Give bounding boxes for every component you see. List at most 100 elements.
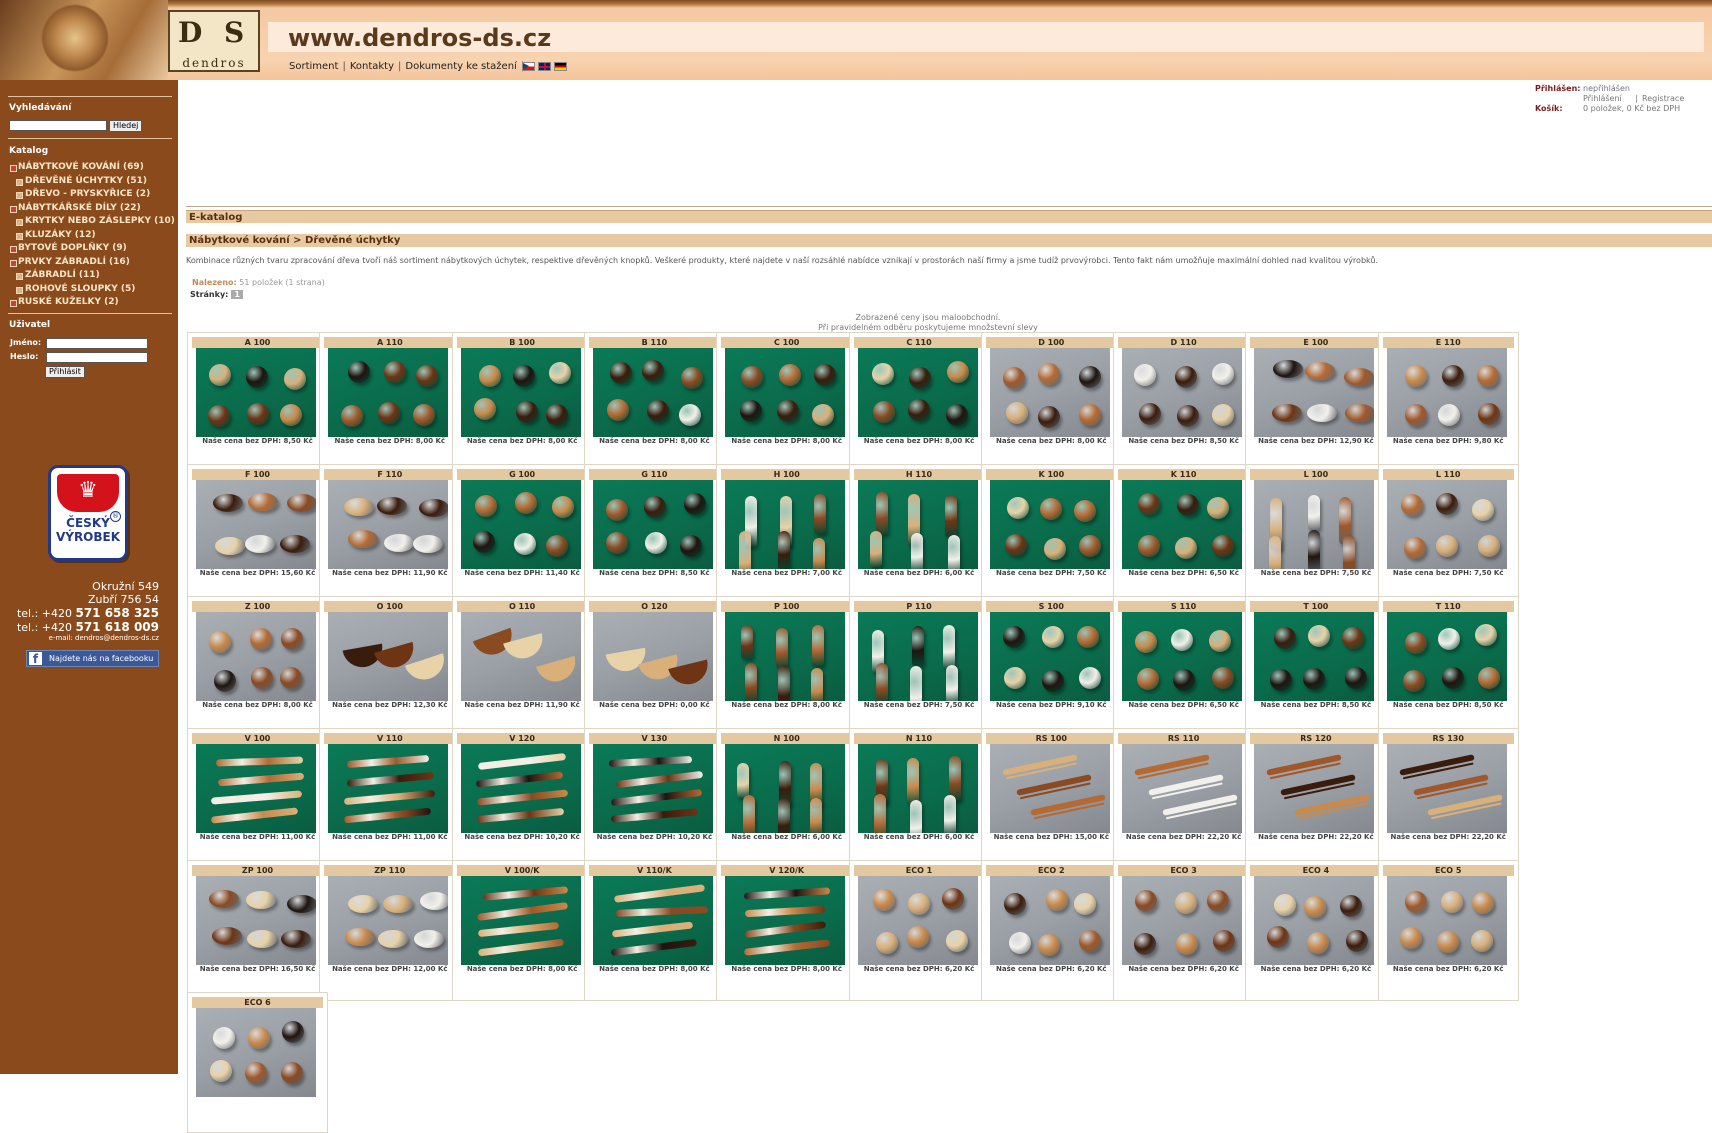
- product-code[interactable]: V 100: [192, 733, 323, 744]
- product-code[interactable]: N 110: [853, 733, 985, 744]
- product-card[interactable]: B 110 Naše cena bez DPH: 8,00 Kč: [583, 332, 725, 473]
- product-image[interactable]: [1386, 744, 1507, 833]
- email[interactable]: e-mail: dendros@dendros-ds.cz: [0, 634, 159, 642]
- product-card[interactable]: A 110 Naše cena bez DPH: 8,00 Kč: [319, 332, 461, 473]
- search-input[interactable]: [9, 120, 107, 131]
- product-code[interactable]: ECO 4: [1250, 865, 1382, 876]
- catalog-item-label[interactable]: NÁBYTKOVÉ KOVÁNÍ (69): [18, 162, 144, 172]
- product-card[interactable]: S 100 Naše cena bez DPH: 9,10 Kč: [980, 596, 1122, 737]
- expand-icon[interactable]: [10, 259, 17, 267]
- product-card[interactable]: V 110/K Naše cena bez DPH: 8,00 Kč: [583, 860, 725, 1001]
- name-input[interactable]: [46, 338, 148, 349]
- page-1-link[interactable]: 1: [231, 290, 243, 299]
- product-image[interactable]: [725, 744, 846, 833]
- product-card[interactable]: V 120/K Naše cena bez DPH: 8,00 Kč: [716, 860, 858, 1001]
- product-image[interactable]: [989, 876, 1110, 965]
- product-code[interactable]: RS 100: [985, 733, 1117, 744]
- product-image[interactable]: [1122, 876, 1243, 965]
- cart-value[interactable]: 0 položek, 0 Kč bez DPH: [1583, 104, 1680, 114]
- product-code[interactable]: ECO 6: [192, 997, 323, 1008]
- product-card[interactable]: E 110 Naše cena bez DPH: 9,80 Kč: [1377, 332, 1519, 473]
- product-code[interactable]: T 100: [1250, 601, 1382, 612]
- catalog-item-label[interactable]: RUSKÉ KUŽELKY (2): [18, 297, 119, 307]
- product-image[interactable]: [328, 348, 449, 437]
- product-image[interactable]: [328, 876, 449, 965]
- product-image[interactable]: [460, 876, 581, 965]
- product-image[interactable]: [857, 348, 978, 437]
- product-code[interactable]: G 100: [456, 469, 588, 480]
- product-image[interactable]: [460, 612, 581, 701]
- product-card[interactable]: A 100 Naše cena bez DPH: 8,50 Kč: [187, 332, 328, 473]
- product-card[interactable]: T 100 Naše cena bez DPH: 8,50 Kč: [1245, 596, 1387, 737]
- product-code[interactable]: B 100: [456, 337, 588, 348]
- catalog-item[interactable]: KRYTKY NEBO ZÁSLEPKY (10): [8, 216, 176, 230]
- product-code[interactable]: D 110: [1118, 337, 1250, 348]
- product-code[interactable]: ECO 3: [1118, 865, 1250, 876]
- product-image[interactable]: [460, 348, 581, 437]
- product-image[interactable]: [328, 744, 449, 833]
- product-code[interactable]: S 100: [985, 601, 1117, 612]
- catalog-item[interactable]: NÁBYTKÁŘSKÉ DÍLY (22): [8, 203, 176, 217]
- product-image[interactable]: [1254, 480, 1375, 569]
- product-code[interactable]: F 110: [324, 469, 456, 480]
- product-card[interactable]: E 100 Naše cena bez DPH: 12,90 Kč: [1245, 332, 1387, 473]
- product-card[interactable]: F 110 Naše cena bez DPH: 11,90 Kč: [319, 464, 461, 605]
- product-image[interactable]: [1386, 480, 1507, 569]
- product-card[interactable]: G 100 Naše cena bez DPH: 11,40 Kč: [451, 464, 593, 605]
- product-card[interactable]: N 100 Naše cena bez DPH: 6,00 Kč: [716, 728, 858, 869]
- product-card[interactable]: P 110 Naše cena bez DPH: 7,50 Kč: [848, 596, 990, 737]
- product-card[interactable]: O 110 Naše cena bez DPH: 11,90 Kč: [451, 596, 593, 737]
- product-card[interactable]: C 100 Naše cena bez DPH: 8,00 Kč: [716, 332, 858, 473]
- product-image[interactable]: [989, 612, 1110, 701]
- product-image[interactable]: [328, 612, 449, 701]
- product-code[interactable]: C 100: [721, 337, 853, 348]
- product-card[interactable]: ECO 3 Naše cena bez DPH: 6,20 Kč: [1113, 860, 1255, 1001]
- product-card[interactable]: V 130 Naše cena bez DPH: 10,20 Kč: [583, 728, 725, 869]
- product-card[interactable]: D 100 Naše cena bez DPH: 8,00 Kč: [980, 332, 1122, 473]
- product-code[interactable]: ZP 100: [192, 865, 323, 876]
- product-image[interactable]: [328, 480, 449, 569]
- product-card[interactable]: ECO 2 Naše cena bez DPH: 6,20 Kč: [980, 860, 1122, 1001]
- product-code[interactable]: V 110/K: [588, 865, 720, 876]
- product-card[interactable]: G 110 Naše cena bez DPH: 8,50 Kč: [583, 464, 725, 605]
- product-code[interactable]: RS 110: [1118, 733, 1250, 744]
- product-code[interactable]: V 120/K: [721, 865, 853, 876]
- product-card[interactable]: O 100 Naše cena bez DPH: 12,30 Kč: [319, 596, 461, 737]
- product-card[interactable]: ZP 100 Naše cena bez DPH: 16,50 Kč: [187, 860, 328, 1001]
- login-link[interactable]: Přihlášení: [1583, 94, 1622, 104]
- catalog-item[interactable]: KLUZÁKY (12): [8, 230, 176, 244]
- product-code[interactable]: H 100: [721, 469, 853, 480]
- catalog-item-label[interactable]: DŘEVĚNÉ ÚCHYTKY (51): [25, 176, 147, 186]
- register-link[interactable]: Registrace: [1642, 94, 1684, 104]
- uk-flag-icon[interactable]: [538, 62, 551, 71]
- catalog-item[interactable]: PRVKY ZÁBRADLÍ (16): [8, 257, 176, 271]
- product-image[interactable]: [1386, 612, 1507, 701]
- product-card[interactable]: V 100 Naše cena bez DPH: 11,00 Kč: [187, 728, 328, 869]
- bullet-icon[interactable]: [16, 286, 23, 294]
- expand-icon[interactable]: [10, 246, 17, 253]
- product-code[interactable]: E 110: [1382, 337, 1514, 348]
- product-card[interactable]: RS 120 Naše cena bez DPH: 22,20 Kč: [1245, 728, 1387, 869]
- product-card[interactable]: Z 100 Naše cena bez DPH: 8,00 Kč: [187, 596, 328, 737]
- product-image[interactable]: [989, 480, 1110, 569]
- product-card[interactable]: L 110 Naše cena bez DPH: 7,50 Kč: [1377, 464, 1519, 605]
- product-card[interactable]: F 100 Naše cena bez DPH: 15,60 Kč: [187, 464, 328, 605]
- product-card[interactable]: B 100 Naše cena bez DPH: 8,00 Kč: [451, 332, 593, 473]
- product-image[interactable]: [1386, 348, 1507, 437]
- catalog-item[interactable]: DŘEVĚNÉ ÚCHYTKY (51): [8, 176, 176, 190]
- product-image[interactable]: [1254, 348, 1375, 437]
- product-card[interactable]: ECO 1 Naše cena bez DPH: 6,20 Kč: [848, 860, 990, 1001]
- catalog-item-label[interactable]: DŘEVO - PRYSKYŘICE (2): [25, 189, 150, 199]
- catalog-item-label[interactable]: BYTOVÉ DOPLŇKY (9): [18, 243, 127, 253]
- product-card[interactable]: ZP 110 Naše cena bez DPH: 12,00 Kč: [319, 860, 461, 1001]
- product-code[interactable]: ECO 1: [853, 865, 985, 876]
- product-image[interactable]: [196, 876, 316, 965]
- catalog-item-label[interactable]: ROHOVÉ SLOUPKY (5): [25, 284, 135, 294]
- product-image[interactable]: [1122, 348, 1243, 437]
- product-image[interactable]: [725, 348, 846, 437]
- product-code[interactable]: E 100: [1250, 337, 1382, 348]
- nav-dokumenty[interactable]: Dokumenty ke stažení: [405, 61, 516, 72]
- product-code[interactable]: V 130: [588, 733, 720, 744]
- product-image[interactable]: [1122, 744, 1243, 833]
- product-card[interactable]: K 110 Naše cena bez DPH: 6,50 Kč: [1113, 464, 1255, 605]
